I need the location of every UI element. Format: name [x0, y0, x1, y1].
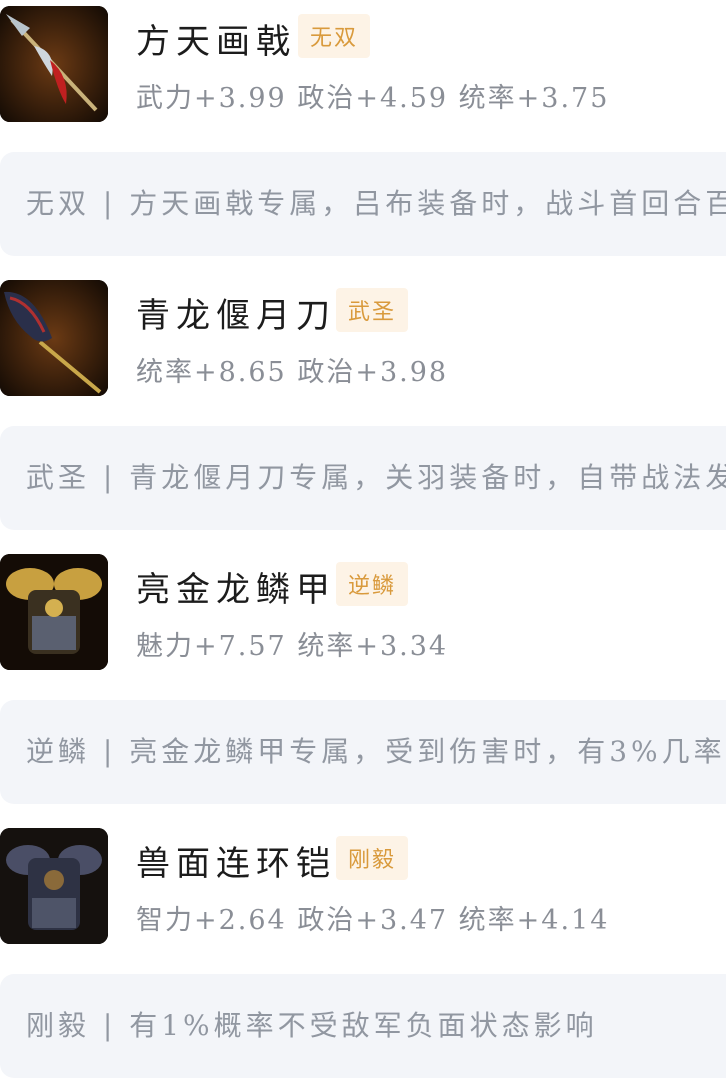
item-name: 亮金龙鳞甲 [136, 570, 336, 610]
item-stats: 魅力+7.57 统率+3.34 [136, 631, 449, 662]
item-stats: 武力+3.99 政治+4.59 统率+3.75 [136, 83, 610, 114]
dark-armor-icon [0, 828, 108, 944]
skill-description: 逆鳞 | 亮金龙鳞甲专属，受到伤害时，有3%几率获 [0, 700, 726, 804]
skill-badge: 刚毅 [336, 836, 409, 880]
skill-description: 刚毅 | 有1%概率不受敌军负面状态影响 [0, 974, 726, 1078]
halberd-icon [0, 6, 108, 122]
item-name: 方天画戟 [136, 22, 296, 62]
item-name: 青龙偃月刀 [136, 296, 336, 336]
skill-badge: 武圣 [336, 288, 409, 332]
skill-description: 无双 | 方天画戟专属，吕布装备时，战斗首回合百 [0, 152, 726, 256]
item-stats: 智力+2.64 政治+3.47 统率+4.14 [136, 905, 610, 936]
skill-badge: 无双 [298, 14, 371, 58]
gold-armor-icon [0, 554, 108, 670]
skill-badge: 逆鳞 [336, 562, 409, 606]
item-name: 兽面连环铠 [136, 844, 336, 884]
item-stats: 统率+8.65 政治+3.98 [136, 357, 449, 388]
skill-description: 武圣 | 青龙偃月刀专属，关羽装备时，自带战法发 [0, 426, 726, 530]
glaive-icon [0, 280, 108, 396]
